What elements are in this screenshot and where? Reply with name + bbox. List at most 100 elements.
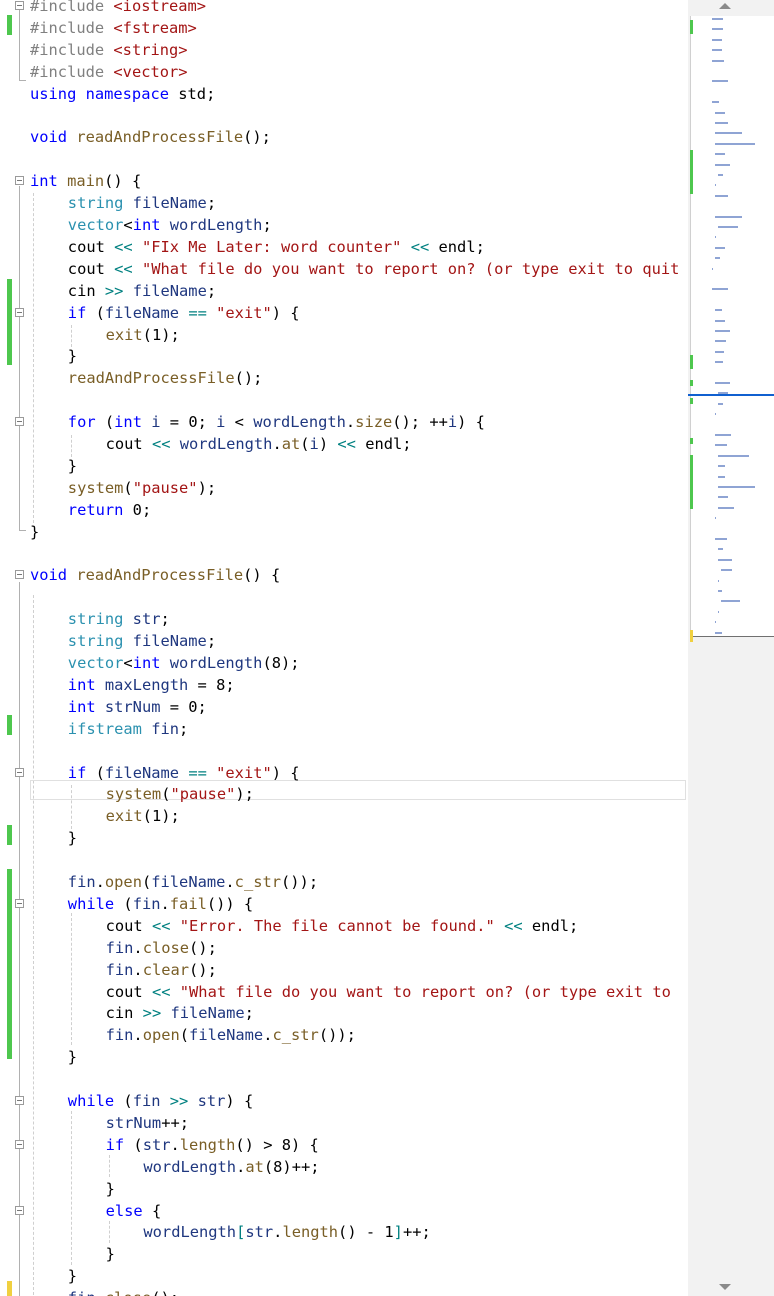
code-line[interactable]: } — [106, 1178, 115, 1200]
code-line[interactable]: fin.clear(); — [106, 959, 217, 981]
code-line[interactable]: string str; — [68, 608, 170, 630]
code-line[interactable]: cout << wordLength.at(i) << endl; — [106, 433, 412, 455]
code-token: << — [410, 237, 430, 256]
code-token: ()); — [318, 1026, 356, 1045]
code-line[interactable]: fin.open(fileName.c_str()); — [106, 1024, 356, 1046]
collapse-icon[interactable] — [15, 1, 24, 10]
minimap-change-marker — [690, 355, 693, 369]
code-line[interactable]: while (fin.fail()) { — [68, 893, 253, 915]
code-line[interactable]: #include <fstream> — [30, 17, 197, 39]
code-line[interactable]: #include <iostream> — [30, 0, 206, 17]
collapse-icon[interactable] — [15, 176, 24, 186]
code-line[interactable]: readAndProcessFile(); — [68, 367, 263, 389]
code-line[interactable]: cout << "FIx Me Later: word counter" << … — [68, 236, 485, 258]
code-token: readAndProcessFile — [76, 566, 244, 585]
code-line[interactable]: vector<int wordLength; — [68, 214, 272, 236]
code-line[interactable]: } — [68, 455, 77, 477]
code-line[interactable]: strNum++; — [106, 1112, 189, 1134]
minimap-line — [712, 267, 713, 270]
code-line[interactable]: void readAndProcessFile() { — [30, 564, 280, 586]
code-line[interactable]: } — [106, 1243, 115, 1265]
code-line[interactable]: #include <string> — [30, 39, 188, 61]
code-token: < — [123, 216, 133, 234]
code-token: . — [160, 894, 170, 913]
code-token: i — [309, 435, 319, 453]
collapse-icon[interactable] — [15, 307, 24, 317]
code-token: if — [67, 303, 96, 322]
code-line[interactable]: for (int i = 0; i < wordLength.size(); +… — [68, 411, 485, 433]
code-line[interactable]: } — [68, 827, 77, 849]
code-line[interactable]: system("pause"); — [68, 477, 216, 499]
collapse-icon[interactable] — [15, 767, 24, 777]
code-line[interactable]: return 0; — [68, 499, 151, 521]
code-token: ( — [95, 763, 105, 782]
code-line[interactable]: cout << "Error. The file cannot be found… — [106, 915, 579, 937]
code-token: } — [105, 1245, 115, 1264]
code-line[interactable]: system("pause"); — [106, 783, 254, 805]
collapse-icon[interactable] — [15, 1139, 24, 1149]
collapse-icon[interactable] — [15, 417, 24, 427]
code-line[interactable]: wordLength.at(8)++; — [143, 1156, 319, 1178]
code-line[interactable]: string fileName; — [68, 192, 216, 214]
code-line[interactable]: fin.close(); — [68, 1287, 179, 1296]
code-token: #include — [30, 40, 114, 59]
code-line[interactable]: fin.close(); — [106, 937, 217, 959]
code-line[interactable]: int main() { — [30, 170, 141, 192]
code-line[interactable]: int strNum = 0; — [68, 696, 207, 718]
code-token: length — [179, 1135, 236, 1154]
code-line[interactable]: vector<int wordLength(8); — [68, 652, 300, 674]
indent-guide — [109, 1155, 110, 1177]
code-line[interactable]: cin >> fileName; — [106, 1002, 254, 1024]
code-line[interactable]: exit(1); — [106, 805, 180, 827]
code-editor[interactable]: #include <iostream> #include <fstream> #in… — [0, 0, 688, 1296]
fold-line — [19, 10, 20, 80]
collapse-icon[interactable] — [15, 1205, 24, 1215]
code-line[interactable]: if (fileName == "exit") { — [68, 762, 300, 784]
code-line[interactable]: fin.open(fileName.c_str()); — [68, 871, 318, 893]
code-line[interactable]: using namespace std; — [30, 83, 215, 105]
code-line[interactable]: } — [68, 345, 77, 367]
code-token: void — [30, 566, 77, 585]
code-line[interactable]: while (fin >> str) { — [68, 1090, 253, 1112]
code-line[interactable]: if (fileName == "exit") { — [68, 302, 300, 324]
code-token: ( — [133, 1135, 143, 1154]
collapse-icon[interactable] — [15, 1096, 24, 1105]
code-line[interactable]: wordLength[str.length() - 1]++; — [143, 1221, 430, 1243]
code-token: { — [151, 1201, 162, 1220]
code-token: ++; — [161, 1113, 190, 1132]
collapse-icon[interactable] — [15, 570, 24, 580]
scroll-down-arrow-icon[interactable] — [719, 1284, 731, 1290]
minimap-scrollbar[interactable] — [688, 0, 774, 1296]
minimap-viewport[interactable] — [690, 16, 774, 637]
code-line[interactable]: } — [30, 521, 39, 543]
code-line[interactable]: else { — [106, 1200, 162, 1222]
scroll-up-arrow-icon[interactable] — [719, 3, 731, 9]
code-line[interactable]: } — [68, 1265, 77, 1287]
code-token: str — [132, 610, 161, 629]
code-line[interactable]: int maxLength = 8; — [68, 674, 235, 696]
code-line[interactable]: #include <vector> — [30, 61, 188, 83]
code-line[interactable]: cin >> fileName; — [68, 280, 216, 302]
code-line[interactable]: void readAndProcessFile(); — [30, 126, 271, 148]
code-line[interactable]: string fileName; — [68, 630, 216, 652]
minimap-caret-line — [688, 394, 774, 396]
minimap-line — [712, 18, 724, 20]
code-line[interactable]: cout << "What file do you want to report… — [68, 258, 680, 280]
code-token: . — [133, 1026, 143, 1045]
code-line[interactable]: cout << "What file do you want to report… — [106, 981, 671, 1003]
code-line[interactable]: if (str.length() > 8) { — [106, 1134, 319, 1156]
code-token: "exit" — [216, 763, 272, 782]
code-line[interactable]: } — [68, 1046, 77, 1068]
change-marker — [7, 869, 12, 1059]
fold-line — [19, 530, 26, 531]
code-token: wordLength — [143, 1223, 237, 1242]
minimap-line — [715, 257, 721, 260]
collapse-icon[interactable] — [15, 898, 24, 908]
code-line[interactable]: exit(1); — [106, 324, 180, 346]
code-line[interactable]: ifstream fin; — [68, 718, 189, 740]
minimap-line — [718, 465, 726, 468]
